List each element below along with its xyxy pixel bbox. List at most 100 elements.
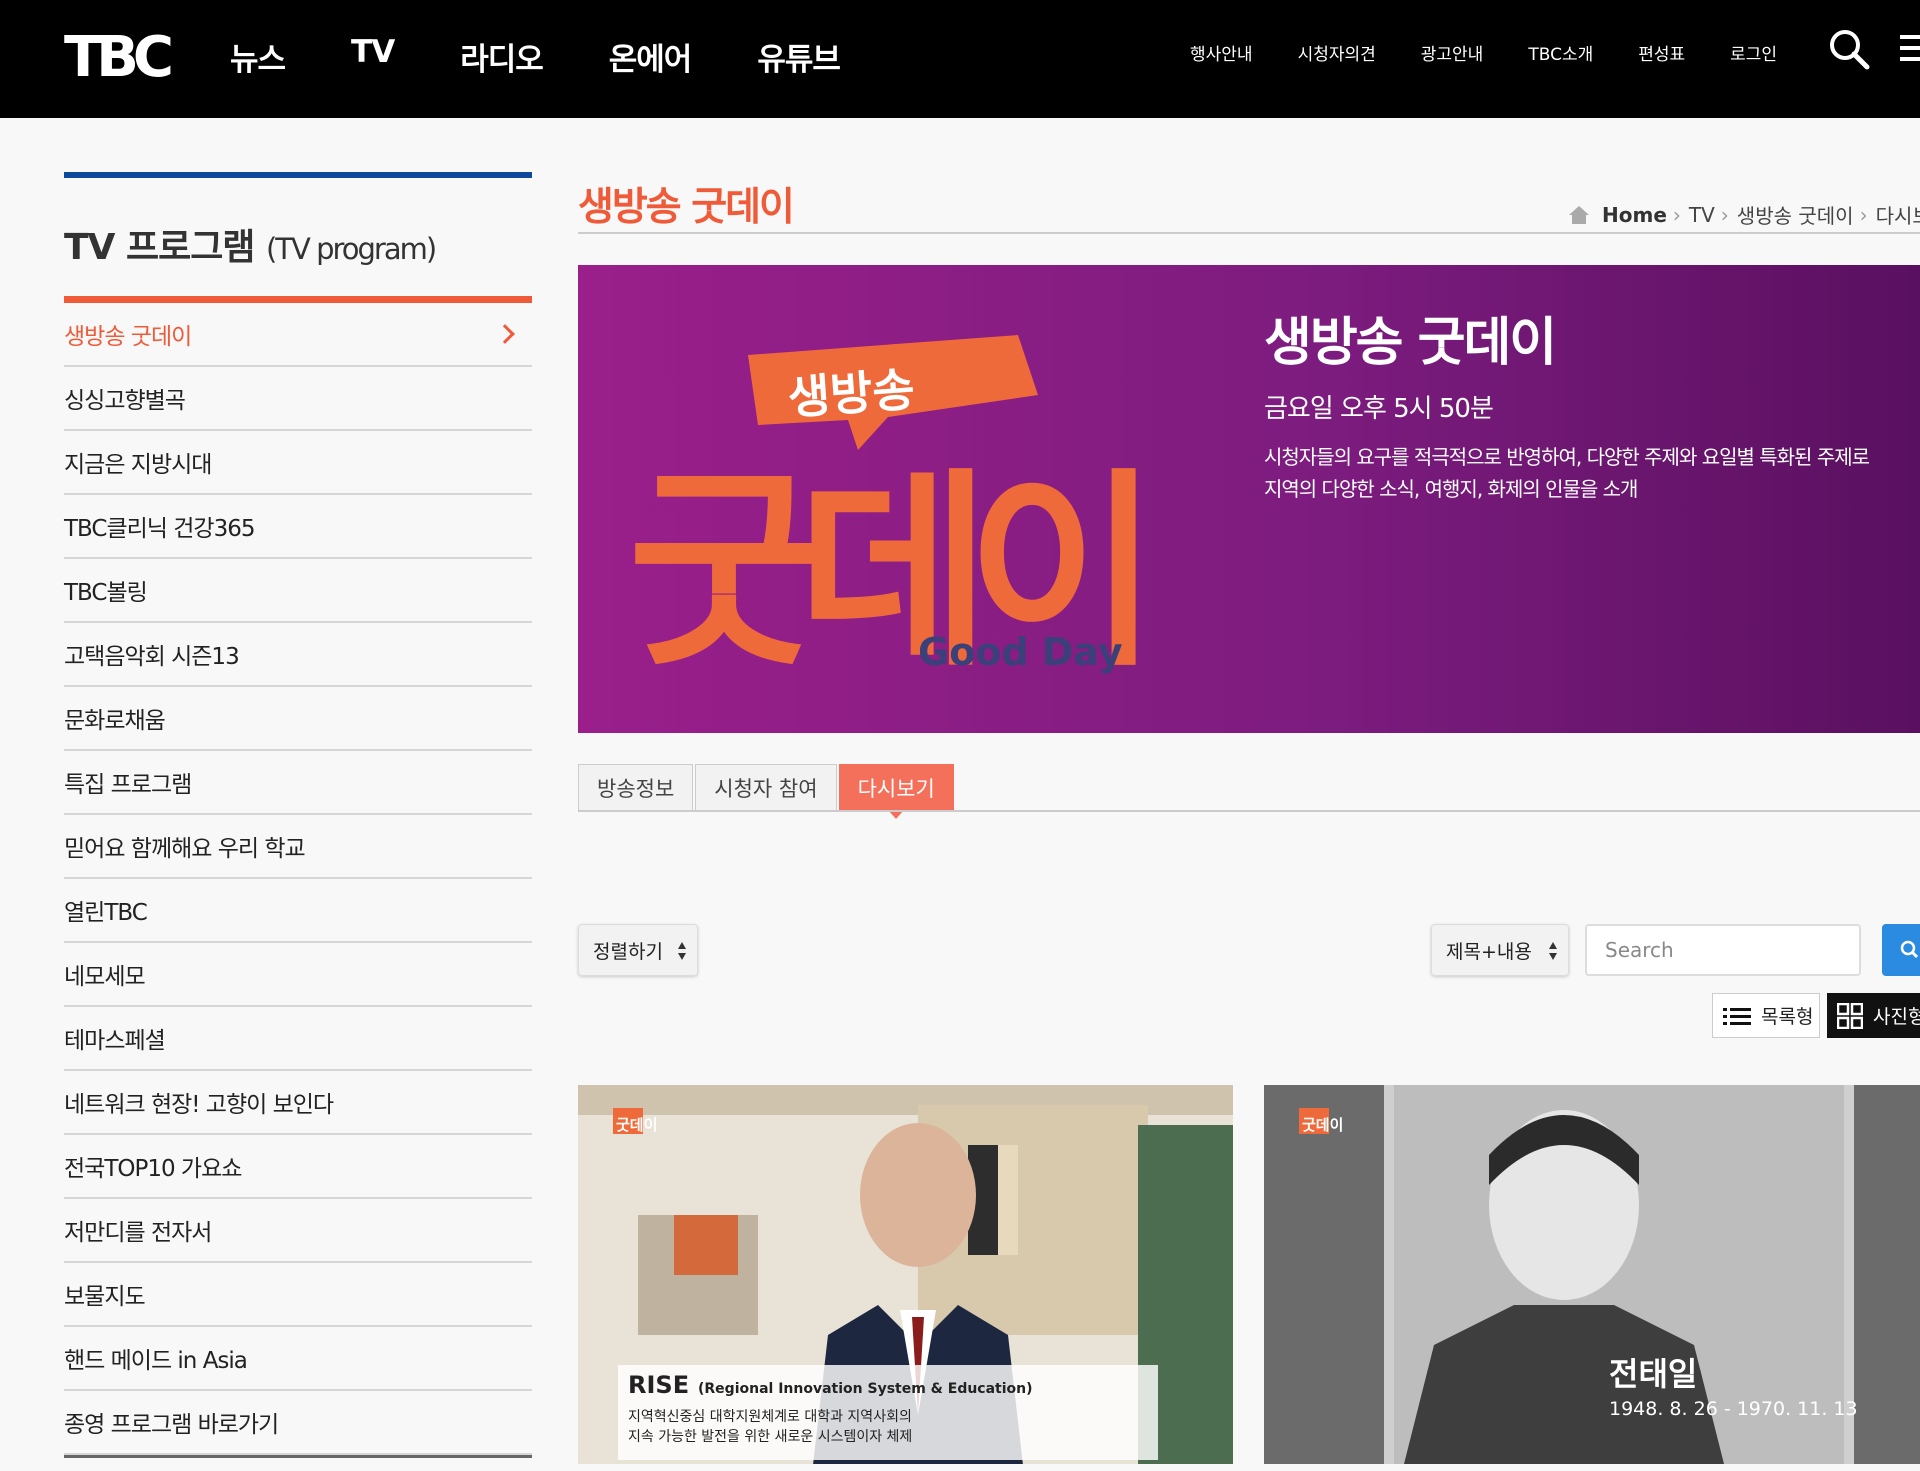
sidebar-item[interactable]: 네트워크 현장! 고향이 보인다 [64,1071,532,1135]
banner-schedule: 금요일 오후 5시 50분 [1264,394,1494,424]
breadcrumb: Home › TV › 생방송 굿데이 › 다시보기 [1568,200,1920,229]
sidebar-accent-bar [64,296,532,303]
svg-text:굿데이: 굿데이 [1302,1116,1343,1134]
good-day-logo: 생방송 굿데이 Good Day [628,335,1160,695]
svg-text:전태일: 전태일 [1609,1355,1697,1393]
top-header: TBC 뉴스 TV 라디오 온에어 유튜브 행사안내 시청자의견 광고안내 TB… [0,0,1920,118]
breadcrumb-separator: › [1720,202,1729,227]
nav-news[interactable]: 뉴스 [230,34,286,79]
util-events[interactable]: 행사안내 [1190,40,1253,65]
sidebar-item[interactable]: TBC볼링 [64,559,532,623]
page-title: 생방송 굿데이 [578,185,795,230]
tab-label: 다시보기 [857,776,935,801]
view-grid-button[interactable]: 사진형 [1827,993,1920,1038]
sidebar-item[interactable]: 전국TOP10 가요쇼 [64,1135,532,1199]
sidebar-item-label: 문화로채움 [64,708,166,734]
sidebar-item[interactable]: 문화로채움 [64,687,532,751]
video-thumbnail[interactable]: 굿데이 RISE (Regional Innovation System & E… [578,1085,1233,1464]
nav-youtube[interactable]: 유튜브 [757,34,841,79]
svg-text:Good Day: Good Day [918,630,1123,674]
sidebar-item[interactable]: 보물지도 [64,1263,532,1327]
util-login[interactable]: 로그인 [1730,40,1777,65]
view-grid-label: 사진형 [1873,1006,1920,1028]
tbc-logo[interactable]: TBC [64,18,182,92]
sidebar-item[interactable]: 종영 프로그램 바로가기 [64,1391,532,1455]
sidebar-item[interactable]: 네모세모 [64,943,532,1007]
tab-broadcast-info[interactable]: 방송정보 [578,764,694,811]
sidebar-item-label: 종영 프로그램 바로가기 [64,1412,279,1438]
sidebar-item-label: 전국TOP10 가요쇼 [64,1156,242,1182]
select-arrows-icon [678,942,686,960]
util-advertising[interactable]: 광고안내 [1421,40,1484,65]
video-thumbnail[interactable]: 굿데이 전태일 1948. 8. 26 - 1970. 11. 13 [1264,1085,1920,1464]
banner-description: 시청자들의 요구를 적극적으로 반영하여, 다양한 주제와 요일별 특화된 주제… [1264,445,1870,501]
sidebar-program-list: 생방송 굿데이 싱싱고향별곡 지금은 지방시대 TBC클리닉 건강365 TBC… [64,303,532,1455]
nav-tv[interactable]: TV [351,34,395,79]
sidebar-item-label: 믿어요 함께해요 우리 학교 [64,836,306,862]
sidebar-item-label: 열린TBC [64,900,148,926]
title-divider [578,232,1920,234]
tab-viewer-participation[interactable]: 시청자 참여 [695,764,837,811]
sidebar-item[interactable]: 싱싱고향별곡 [64,367,532,431]
thumbnail-image: 굿데이 전태일 1948. 8. 26 - 1970. 11. 13 [1264,1085,1920,1464]
sort-select[interactable]: 정렬하기 [578,924,698,976]
main-nav: 뉴스 TV 라디오 온에어 유튜브 [230,34,906,79]
program-tabs: 방송정보 시청자 참여 다시보기 [578,764,956,819]
sidebar-item[interactable]: 열린TBC [64,879,532,943]
thumbnail-image: 굿데이 RISE (Regional Innovation System & E… [578,1085,1233,1464]
svg-text:생방송: 생방송 [786,362,916,425]
list-view-icon [1723,1007,1751,1025]
home-icon [1569,205,1589,224]
chevron-right-icon [495,324,515,344]
nav-radio[interactable]: 라디오 [460,34,544,79]
tab-label: 시청자 참여 [714,776,818,801]
sidebar-title-sub: (TV program) [265,232,437,266]
breadcrumb-separator: › [1859,202,1868,227]
sidebar-item[interactable]: 핸드 메이드 in Asia [64,1327,532,1391]
sidebar-item[interactable]: 고택음악회 시즌13 [64,623,532,687]
breadcrumb-tv[interactable]: TV [1689,203,1715,227]
sidebar-item-label: 싱싱고향별곡 [64,388,186,414]
sidebar-item[interactable]: TBC클리닉 건강365 [64,495,532,559]
grid-view-icon [1837,1002,1863,1029]
sidebar-bottom-rule [64,1455,532,1458]
sidebar-item[interactable]: 저만디를 전자서 [64,1199,532,1263]
tab-label: 방송정보 [597,776,675,801]
search-icon [1900,940,1919,959]
sidebar-item-label: 특집 프로그램 [64,772,192,798]
sidebar-item[interactable]: 믿어요 함께해요 우리 학교 [64,815,532,879]
search-input[interactable] [1585,924,1861,976]
sidebar: TV 프로그램 (TV program) 생방송 굿데이 싱싱고향별곡 지금은 … [64,172,532,1458]
tab-replay[interactable]: 다시보기 [838,764,954,819]
svg-text:굿데이: 굿데이 [616,1116,657,1134]
sidebar-item-label: 생방송 굿데이 [64,324,192,350]
sort-select-label: 정렬하기 [593,940,663,963]
svg-text:지속 가능한 발전을 위한 새로운 시스템이자 체제: 지속 가능한 발전을 위한 새로운 시스템이자 체제 [628,1429,912,1445]
nav-onair[interactable]: 온에어 [609,34,693,79]
sidebar-item[interactable]: 특집 프로그램 [64,751,532,815]
program-banner: 생방송 굿데이 Good Day 생방송 굿데이 금요일 오후 5시 50분 시… [578,265,1920,733]
util-schedule[interactable]: 편성표 [1638,40,1685,65]
sidebar-item-label: 저만디를 전자서 [64,1220,212,1246]
view-list-button[interactable]: 목록형 [1712,993,1820,1038]
sidebar-item-good-day[interactable]: 생방송 굿데이 [64,303,532,367]
breadcrumb-separator: › [1672,202,1681,227]
search-submit-button[interactable] [1882,924,1920,976]
breadcrumb-program[interactable]: 생방송 굿데이 [1737,200,1854,229]
util-viewer-opinion[interactable]: 시청자의견 [1298,40,1376,65]
svg-text:지역혁신중심 대학지원체계로 대학과 지역사회의: 지역혁신중심 대학지원체계로 대학과 지역사회의 [628,1409,912,1425]
sidebar-item-label: TBC볼링 [64,580,148,606]
sidebar-item[interactable]: 지금은 지방시대 [64,431,532,495]
sidebar-item[interactable]: 테마스페셜 [64,1007,532,1071]
hamburger-menu-icon[interactable] [1900,30,1920,66]
sidebar-title-main: TV 프로그램 [64,227,255,268]
search-icon[interactable] [1827,27,1871,71]
sidebar-item-label: 테마스페셜 [64,1028,166,1054]
search-field-select[interactable]: 제목+내용 [1431,924,1569,976]
view-list-label: 목록형 [1761,1006,1814,1028]
select-arrows-icon [1549,942,1557,960]
breadcrumb-home[interactable]: Home [1602,203,1667,227]
tab-divider [578,810,1920,812]
util-about-tbc[interactable]: TBC소개 [1528,40,1593,65]
sidebar-item-label: 고택음악회 시즌13 [64,644,240,670]
